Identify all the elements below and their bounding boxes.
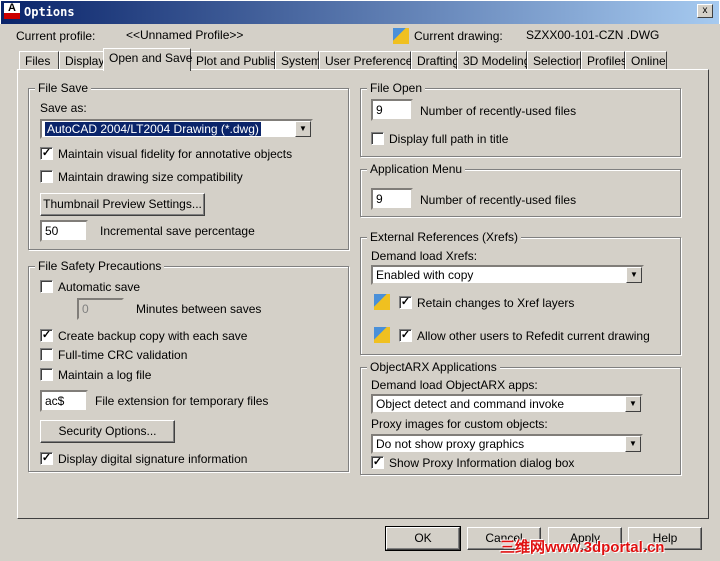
tab-3d-modeling[interactable]: 3D Modeling <box>457 51 530 70</box>
ok-button[interactable]: OK <box>385 526 461 551</box>
show-proxy-info-checkbox[interactable]: ✓ <box>371 456 384 469</box>
backup-copy-label: Create backup copy with each save <box>58 329 248 343</box>
chevron-down-icon: ▼ <box>625 436 641 452</box>
save-as-value: AutoCAD 2004/LT2004 Drawing (*.dwg) <box>45 122 261 136</box>
file-save-title: File Save <box>35 81 92 95</box>
proxy-images-select[interactable]: Do not show proxy graphics ▼ <box>371 434 643 454</box>
app-menu-recent-label: Number of recently-used files <box>420 193 577 207</box>
close-button[interactable]: x <box>697 4 713 18</box>
current-profile-value: <<Unnamed Profile>> <box>126 28 244 42</box>
retain-xref-changes-checkbox[interactable]: ✓ <box>399 296 412 309</box>
retain-xref-changes-label: Retain changes to Xref layers <box>417 296 575 310</box>
watermark: 三维网www.3dportal.cn <box>500 539 665 556</box>
xrefs-title: External References (Xrefs) <box>367 230 522 244</box>
save-as-label: Save as: <box>40 101 87 115</box>
xref-drawing-icon <box>374 294 390 310</box>
chevron-down-icon: ▼ <box>625 396 641 412</box>
tab-user-preferences[interactable]: User Preferences <box>319 51 418 70</box>
log-file-checkbox[interactable] <box>40 368 53 381</box>
show-proxy-info-label: Show Proxy Information dialog box <box>389 456 575 470</box>
proxy-images-value: Do not show proxy graphics <box>376 437 525 451</box>
incremental-save-label: Incremental save percentage <box>100 224 255 238</box>
title-bar <box>0 0 720 24</box>
file-open-recent-label: Number of recently-used files <box>420 104 577 118</box>
allow-refedit-label: Allow other users to Refedit current dra… <box>417 329 650 343</box>
autocad-app-icon: A <box>4 3 20 19</box>
fidelity-checkbox[interactable]: ✓ <box>40 147 53 160</box>
chevron-down-icon: ▼ <box>295 121 311 137</box>
tab-profiles[interactable]: Profiles <box>581 51 627 70</box>
demand-load-arx-label: Demand load ObjectARX apps: <box>371 378 538 392</box>
minutes-between-saves-label: Minutes between saves <box>136 302 262 316</box>
demand-load-arx-value: Object detect and command invoke <box>376 397 565 411</box>
proxy-images-label: Proxy images for custom objects: <box>371 417 548 431</box>
demand-load-xrefs-value: Enabled with copy <box>376 268 474 282</box>
tab-plot-and-publish[interactable]: Plot and Publish <box>190 51 283 70</box>
fidelity-label: Maintain visual fidelity for annotative … <box>58 147 293 161</box>
tab-selection[interactable]: Selection <box>527 51 582 70</box>
application-menu-title: Application Menu <box>367 162 466 176</box>
chevron-down-icon: ▼ <box>626 267 642 283</box>
full-path-label: Display full path in title <box>389 132 509 146</box>
save-as-select[interactable]: AutoCAD 2004/LT2004 Drawing (*.dwg) ▼ <box>40 119 313 139</box>
digital-signature-checkbox[interactable]: ✓ <box>40 452 53 465</box>
temp-file-extension-input[interactable]: ac$ <box>40 390 88 412</box>
file-open-title: File Open <box>367 81 426 95</box>
demand-load-arx-select[interactable]: Object detect and command invoke ▼ <box>371 394 643 414</box>
crc-validation-label: Full-time CRC validation <box>58 348 188 362</box>
crc-validation-checkbox[interactable] <box>40 348 53 361</box>
tab-system[interactable]: System <box>275 51 321 70</box>
window-title: Options <box>24 5 75 19</box>
tab-display[interactable]: Display <box>59 51 104 70</box>
thumbnail-preview-settings-button[interactable]: Thumbnail Preview Settings... <box>40 193 205 216</box>
demand-load-xrefs-label: Demand load Xrefs: <box>371 249 478 263</box>
incremental-save-input[interactable]: 50 <box>40 220 88 242</box>
current-profile-label: Current profile: <box>16 29 96 43</box>
tab-open-and-save[interactable]: Open and Save <box>103 48 192 71</box>
minutes-between-saves-input[interactable]: 0 <box>77 298 124 320</box>
current-drawing-value: SZXX00-101-CZN .DWG <box>526 28 660 42</box>
automatic-save-label: Automatic save <box>58 280 141 294</box>
tab-drafting[interactable]: Drafting <box>411 51 459 70</box>
file-open-recent-input[interactable]: 9 <box>371 99 413 121</box>
size-compat-checkbox[interactable] <box>40 170 53 183</box>
current-drawing-icon <box>393 28 409 44</box>
full-path-checkbox[interactable] <box>371 132 384 145</box>
temp-file-extension-label: File extension for temporary files <box>95 394 269 408</box>
automatic-save-checkbox[interactable] <box>40 280 53 293</box>
demand-load-xrefs-select[interactable]: Enabled with copy ▼ <box>371 265 644 285</box>
digital-signature-label: Display digital signature information <box>58 452 248 466</box>
refedit-drawing-icon <box>374 327 390 343</box>
file-safety-title: File Safety Precautions <box>35 259 165 273</box>
current-drawing-label: Current drawing: <box>414 29 503 43</box>
tab-online[interactable]: Online <box>625 51 667 70</box>
allow-refedit-checkbox[interactable]: ✓ <box>399 329 412 342</box>
size-compat-label: Maintain drawing size compatibility <box>58 170 243 184</box>
objectarx-title: ObjectARX Applications <box>367 360 500 374</box>
log-file-label: Maintain a log file <box>58 368 152 382</box>
security-options-button[interactable]: Security Options... <box>40 420 175 443</box>
app-menu-recent-input[interactable]: 9 <box>371 188 413 210</box>
backup-copy-checkbox[interactable]: ✓ <box>40 329 53 342</box>
tab-files[interactable]: Files <box>19 51 59 70</box>
